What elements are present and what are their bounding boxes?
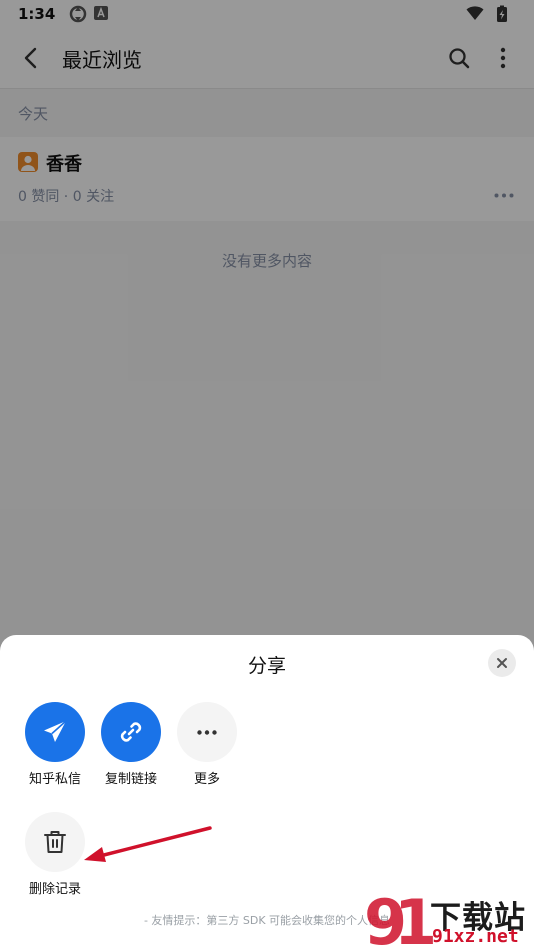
share-sheet-title: 分享	[247, 655, 286, 677]
share-more-circle	[177, 702, 237, 762]
watermark-url: 91xz.net	[432, 926, 519, 947]
share-option-label: 更多	[193, 772, 220, 787]
share-more[interactable]: 更多	[172, 702, 242, 787]
share-option-label: 知乎私信	[28, 772, 81, 787]
share-option-label: 复制链接	[104, 772, 157, 787]
share-copy-link-circle	[101, 702, 161, 762]
link-icon	[120, 722, 142, 742]
annotation-arrow	[84, 826, 212, 862]
share-zhihu-message[interactable]: 知乎私信	[20, 702, 90, 787]
share-copy-link[interactable]: 复制链接	[96, 702, 166, 787]
close-icon	[497, 658, 507, 668]
trash-icon	[44, 831, 66, 853]
delete-history-label: 删除记录	[28, 882, 81, 897]
paper-plane-icon	[44, 720, 67, 742]
close-button[interactable]	[488, 649, 516, 677]
more-horizontal-icon	[197, 729, 217, 735]
share-zhihu-message-circle	[25, 702, 85, 762]
delete-history-circle	[25, 812, 85, 872]
